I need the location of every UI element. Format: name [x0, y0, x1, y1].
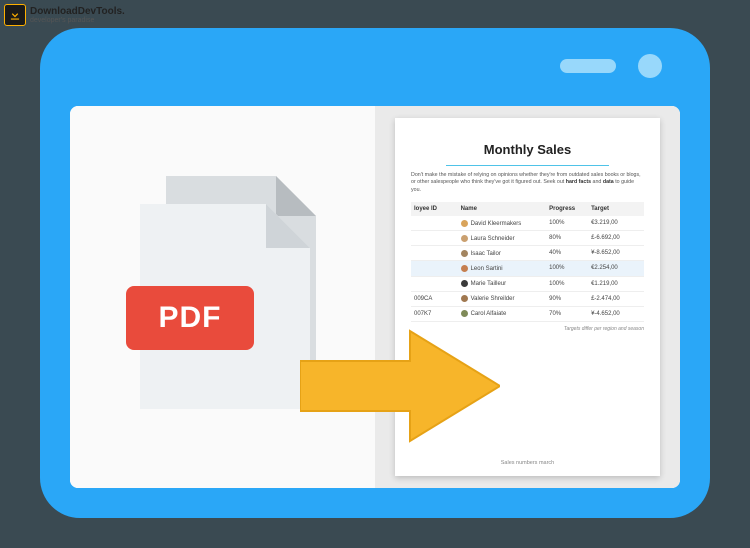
col-employee-id: loyee ID	[411, 202, 458, 216]
tablet-frame: PDF Monthly Sales Don't make the mistake…	[40, 28, 710, 518]
doc-intro-paragraph: Don't make the mistake of relying on opi…	[411, 172, 644, 194]
report-panel: Monthly Sales Don't make the mistake of …	[375, 106, 680, 488]
pdf-badge: PDF	[126, 286, 254, 350]
monthly-sales-document: Monthly Sales Don't make the mistake of …	[395, 118, 660, 476]
camera-dot	[638, 54, 662, 78]
table-row: Laura Schneider80%£-6.692,00	[411, 231, 644, 246]
watermark-subtitle: developer's paradise	[30, 17, 125, 24]
table-row: David Kleermakers100%€3.219,00	[411, 216, 644, 231]
download-dev-tools-watermark: DownloadDevTools. developer's paradise	[4, 4, 125, 26]
title-underline	[446, 165, 609, 166]
doc-title: Monthly Sales	[411, 142, 644, 157]
screen: PDF Monthly Sales Don't make the mistake…	[70, 106, 680, 488]
table-row: Leon Sartini100%€2.254,00	[411, 261, 644, 276]
table-row: Isaac Tailor40%¥-8.652,00	[411, 246, 644, 261]
watermark-title: DownloadDevTools.	[30, 7, 125, 17]
col-target: Target	[588, 202, 644, 216]
table-footnote: Targets differ per region and season	[411, 326, 644, 332]
pdf-file-icon: PDF	[140, 176, 330, 411]
col-progress: Progress	[546, 202, 588, 216]
col-name: Name	[458, 202, 547, 216]
doc-caption: Sales numbers march	[411, 452, 644, 466]
pdf-source-panel: PDF	[70, 106, 375, 488]
download-icon	[4, 4, 26, 26]
sales-table: loyee ID Name Progress Target David Klee…	[411, 202, 644, 322]
table-row: Marie Tailleur100%€1.219,00	[411, 276, 644, 291]
speaker-slot	[560, 59, 616, 73]
table-row: 007K7Carol Alfaiate70%¥-4.652,00	[411, 306, 644, 321]
table-row: 009CAValerie Shreilder90%£-2.474,00	[411, 291, 644, 306]
